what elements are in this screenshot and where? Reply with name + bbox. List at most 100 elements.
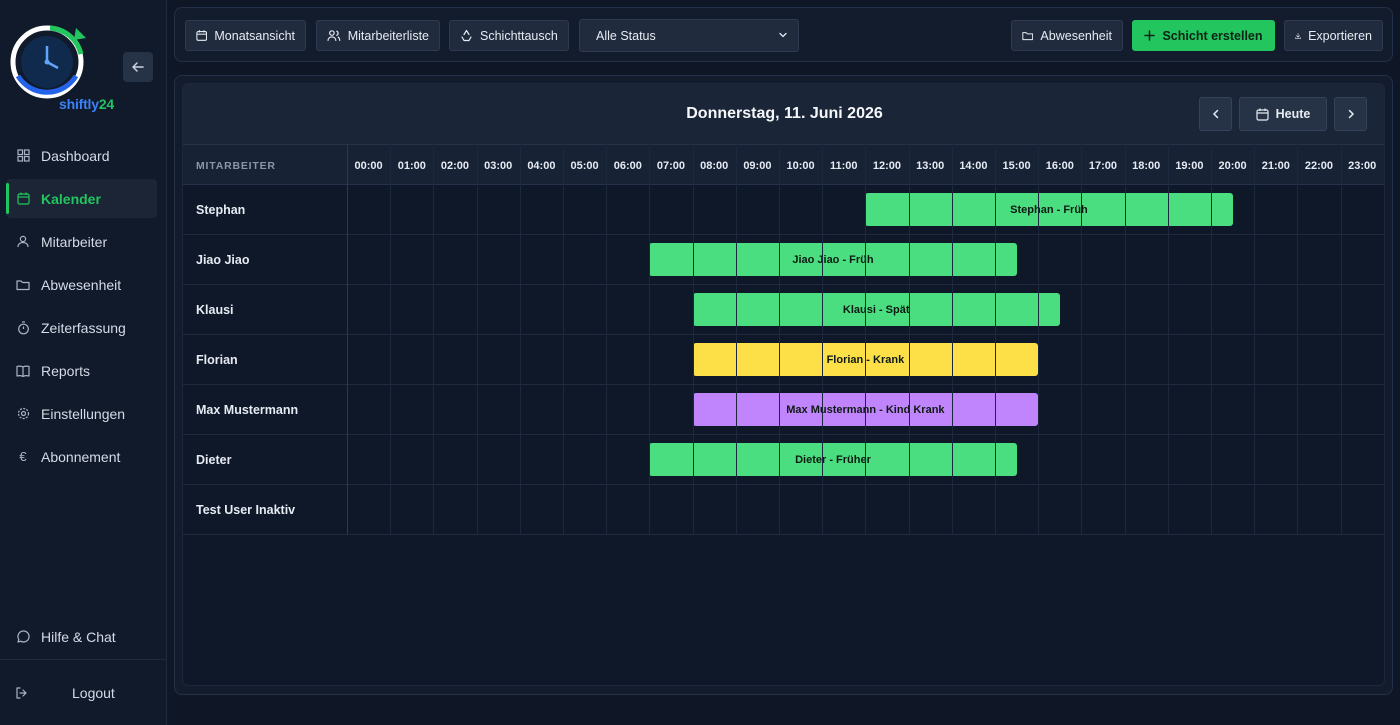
hour-gridline	[1254, 144, 1256, 535]
logout-icon	[16, 687, 28, 699]
employee-name: Max Mustermann	[196, 403, 299, 417]
hour-label: 14:00	[959, 160, 988, 172]
hour-gridline	[563, 144, 564, 535]
logout-label: Logout	[72, 685, 115, 701]
recycle-icon	[461, 29, 472, 42]
sidebar-item-abonnement[interactable]: € Abonnement	[6, 437, 157, 476]
employee-row[interactable]: Test User Inaktiv	[183, 485, 1384, 535]
help-chat-link[interactable]: Hilfe & Chat	[6, 617, 157, 656]
hour-gridline	[951, 144, 953, 535]
shift-block[interactable]: Klausi - Spät	[692, 293, 1060, 326]
month-view-button[interactable]: Monatsansicht	[185, 20, 306, 51]
month-view-label: Monatsansicht	[214, 28, 295, 43]
hour-gridline	[1124, 144, 1126, 535]
hour-label: 02:00	[440, 160, 470, 172]
logo-wordmark: shiftly24	[59, 96, 115, 112]
hour-gridline	[649, 144, 651, 535]
stopwatch-icon	[16, 320, 30, 335]
create-shift-label: Schicht erstellen	[1162, 28, 1263, 43]
calendar-icon	[196, 30, 208, 41]
employee-column-divider	[347, 144, 348, 535]
book-icon	[16, 364, 30, 378]
chevron-right-icon	[1348, 109, 1354, 119]
sidebar-item-label: Einstellungen	[41, 405, 126, 422]
sidebar-item-zeiterfassung[interactable]: Zeiterfassung	[6, 308, 157, 347]
hour-gridline	[476, 144, 478, 535]
toolbar: Monatsansicht Mitarbeiterliste Schichtta…	[174, 7, 1393, 62]
status-filter-select[interactable]: Alle Status	[579, 19, 799, 52]
employee-list-label: Mitarbeiterliste	[347, 28, 429, 43]
employee-name: Jiao Jiao	[196, 253, 250, 267]
grid-icon	[16, 149, 30, 163]
next-day-button[interactable]	[1334, 97, 1367, 131]
employee-list-button[interactable]: Mitarbeiterliste	[316, 20, 440, 51]
arrow-left-icon	[132, 62, 144, 72]
hour-gridline	[1081, 144, 1083, 535]
calendar-panel: Donnerstag, 11. Juni 2026 Heute MITARBEI…	[174, 75, 1393, 695]
hour-label: 00:00	[354, 160, 383, 172]
hour-gridline	[433, 144, 435, 535]
export-label: Exportieren	[1308, 28, 1372, 43]
hour-label: 12:00	[872, 160, 902, 172]
folder-icon	[16, 278, 30, 292]
sidebar-item-label: Mitarbeiter	[41, 233, 108, 250]
sidebar-item-abwesenheit[interactable]: Abwesenheit	[6, 265, 157, 304]
hour-label: 11:00	[830, 160, 858, 172]
hour-label: 17:00	[1088, 160, 1118, 172]
hour-gridline	[779, 144, 780, 535]
hour-gridline	[1038, 144, 1040, 535]
app-logo[interactable]: shiftly24	[10, 24, 120, 112]
chat-icon	[16, 630, 30, 644]
hour-label: 22:00	[1304, 160, 1334, 172]
shift-block[interactable]: Stephan - Früh	[865, 193, 1233, 226]
shift-swap-label: Schichttausch	[480, 28, 558, 43]
sidebar-item-reports[interactable]: Reports	[6, 351, 157, 390]
gear-icon	[16, 407, 30, 421]
logout-button[interactable]: Logout	[6, 674, 157, 712]
shift-block[interactable]: Jiao Jiao - Früh	[649, 243, 1017, 276]
sidebar: shiftly24 Dashboard Kalender Mitarbeiter…	[0, 0, 167, 725]
user-icon	[16, 235, 30, 249]
create-shift-button[interactable]: Schicht erstellen	[1132, 20, 1275, 51]
plus-icon	[1144, 30, 1156, 41]
sidebar-item-mitarbeiter[interactable]: Mitarbeiter	[6, 222, 157, 261]
shift-swap-button[interactable]: Schichttausch	[449, 20, 569, 51]
today-button[interactable]: Heute	[1239, 97, 1327, 131]
hour-label: 09:00	[743, 160, 772, 172]
folder-icon	[1022, 32, 1034, 41]
sidebar-item-dashboard[interactable]: Dashboard	[6, 136, 157, 175]
sidebar-item-kalender[interactable]: Kalender	[6, 179, 157, 218]
hour-label: 06:00	[613, 160, 642, 172]
hour-label: 04:00	[527, 160, 556, 172]
employee-name: Dieter	[196, 453, 232, 467]
absence-button[interactable]: Abwesenheit	[1011, 20, 1123, 51]
hour-label: 03:00	[484, 160, 513, 172]
hour-gridline	[735, 144, 737, 535]
chevron-down-icon	[779, 32, 787, 38]
euro-icon: €	[19, 449, 27, 464]
sidebar-divider	[0, 659, 166, 660]
hour-gridline	[995, 144, 996, 535]
employee-name: Klausi	[196, 303, 234, 317]
chevron-left-icon	[1212, 109, 1218, 119]
collapse-sidebar-button[interactable]	[123, 52, 153, 82]
previous-day-button[interactable]	[1199, 97, 1232, 131]
clock-logo-icon	[10, 25, 86, 99]
sidebar-item-label: Abonnement	[41, 448, 121, 465]
hour-gridline	[908, 144, 910, 535]
sidebar-item-label: Abwesenheit	[41, 276, 122, 293]
day-calendar: Donnerstag, 11. Juni 2026 Heute MITARBEI…	[182, 83, 1385, 686]
status-filter-value: Alle Status	[596, 28, 656, 43]
hour-label: 23:00	[1348, 160, 1377, 172]
shift-block[interactable]: Dieter - Früher	[649, 443, 1017, 476]
hour-label: 08:00	[700, 160, 729, 172]
export-button[interactable]: Exportieren	[1284, 20, 1383, 51]
hour-gridline	[692, 144, 694, 535]
sidebar-item-einstellungen[interactable]: Einstellungen	[6, 394, 157, 433]
employee-name: Stephan	[196, 203, 246, 217]
sidebar-item-label: Dashboard	[41, 147, 110, 164]
hour-gridline	[1211, 144, 1212, 535]
download-icon	[1295, 32, 1301, 39]
hour-label: 10:00	[786, 160, 815, 172]
calendar-icon	[1256, 108, 1269, 121]
